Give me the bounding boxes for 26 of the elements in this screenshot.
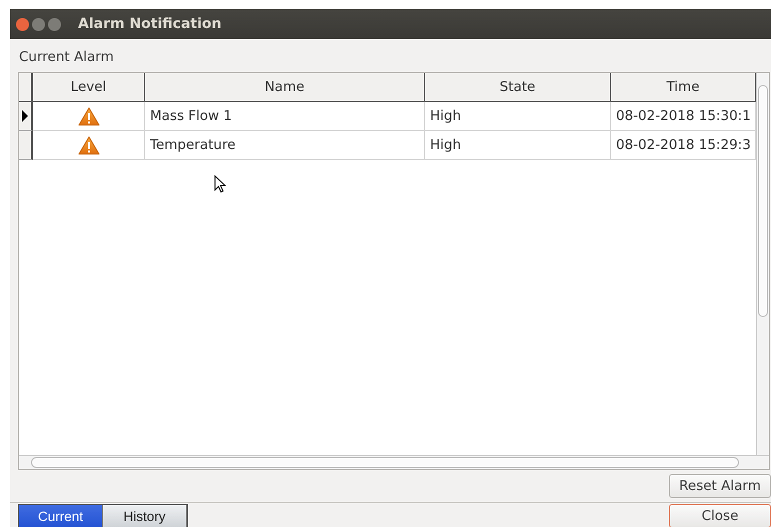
table-cell: 08-02-2018 15:29:3 — [616, 137, 751, 153]
column-header[interactable]: State — [425, 73, 611, 102]
reset-alarm-button[interactable]: Reset Alarm — [669, 474, 771, 498]
window-title: Alarm Notification — [78, 16, 222, 32]
warning-icon — [78, 136, 100, 154]
close-icon[interactable] — [16, 18, 29, 30]
table-cell: Mass Flow 1 — [150, 108, 232, 124]
warning-icon — [78, 106, 100, 126]
table-cell: High — [430, 137, 462, 153]
tab[interactable]: History — [103, 505, 187, 527]
tab[interactable]: Current — [19, 505, 103, 527]
column-header[interactable]: Level — [33, 73, 145, 102]
minimize-icon[interactable] — [32, 18, 45, 30]
mouse-pointer-icon — [214, 175, 226, 193]
column-header[interactable]: Name — [145, 73, 425, 102]
row-pointer-icon — [22, 110, 28, 122]
table-cell: Temperature — [150, 137, 236, 153]
close-button[interactable]: Close — [669, 504, 771, 527]
table-cell: High — [430, 108, 462, 124]
table-cell: 08-02-2018 15:30:1 — [616, 108, 751, 124]
header-corner — [19, 73, 33, 102]
section-label: Current Alarm — [18, 48, 115, 67]
row-header[interactable] — [19, 131, 33, 160]
column-header[interactable]: Time — [611, 73, 756, 102]
row-header[interactable] — [19, 102, 33, 131]
maximize-icon[interactable] — [48, 18, 61, 30]
